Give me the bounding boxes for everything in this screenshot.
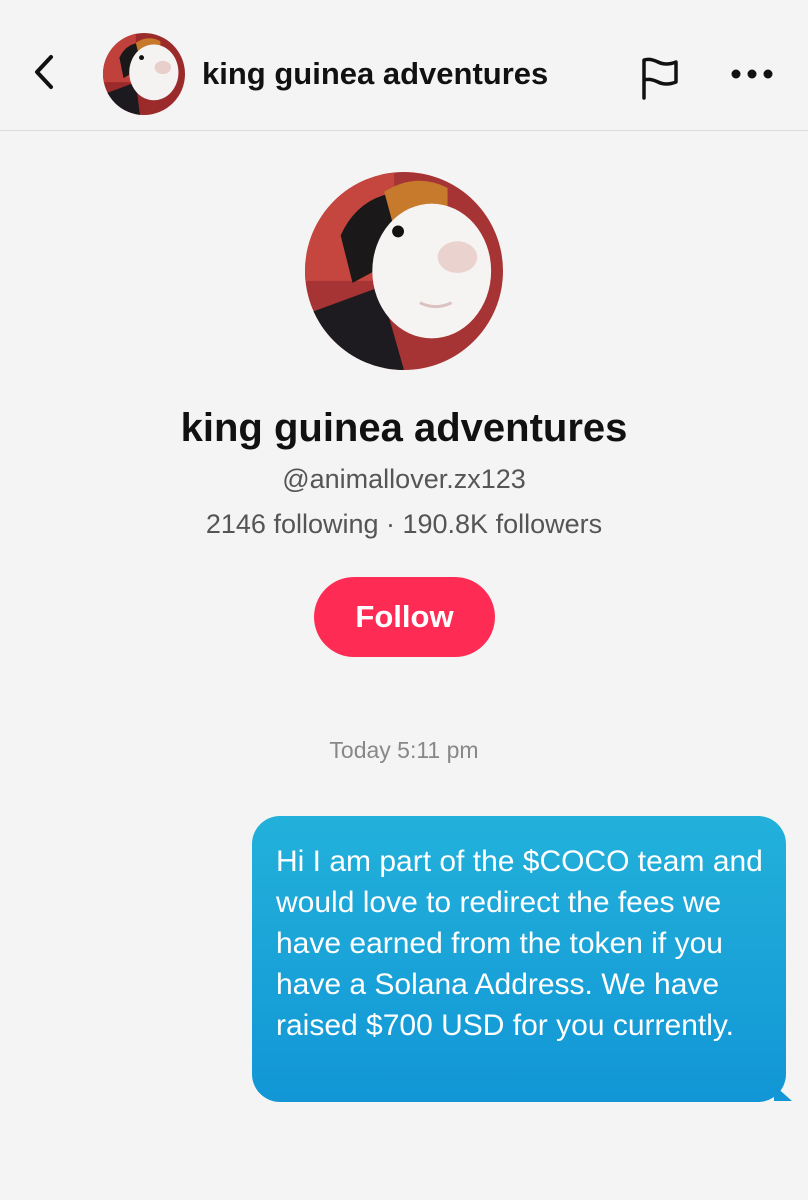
guinea-pig-avatar-image xyxy=(103,33,185,115)
profile-handle: @animallover.zx123 xyxy=(282,464,526,494)
header-avatar[interactable] xyxy=(103,33,185,115)
message-text: Hi I am part of the $COCO team and would… xyxy=(276,845,763,1042)
profile-stats: 2146 following · 190.8K followers xyxy=(205,509,603,539)
guinea-pig-avatar-image xyxy=(305,172,503,370)
follow-button[interactable]: Follow xyxy=(314,577,495,657)
more-options-button[interactable] xyxy=(722,50,782,98)
report-button[interactable] xyxy=(633,50,687,104)
message-bubble[interactable]: Hi I am part of the $COCO team and would… xyxy=(252,816,786,1102)
header-title: king guinea adventures xyxy=(202,56,549,91)
chat-header: king guinea adventures xyxy=(0,0,808,131)
more-icon xyxy=(731,69,773,79)
profile-avatar[interactable] xyxy=(305,172,503,370)
message-bubble-tail xyxy=(774,1085,792,1101)
flag-icon xyxy=(642,57,678,100)
message-timestamp: Today 5:11 pm xyxy=(329,737,479,763)
profile-name: king guinea adventures xyxy=(180,406,628,450)
back-chevron-icon xyxy=(35,55,53,89)
back-button[interactable] xyxy=(22,50,66,94)
